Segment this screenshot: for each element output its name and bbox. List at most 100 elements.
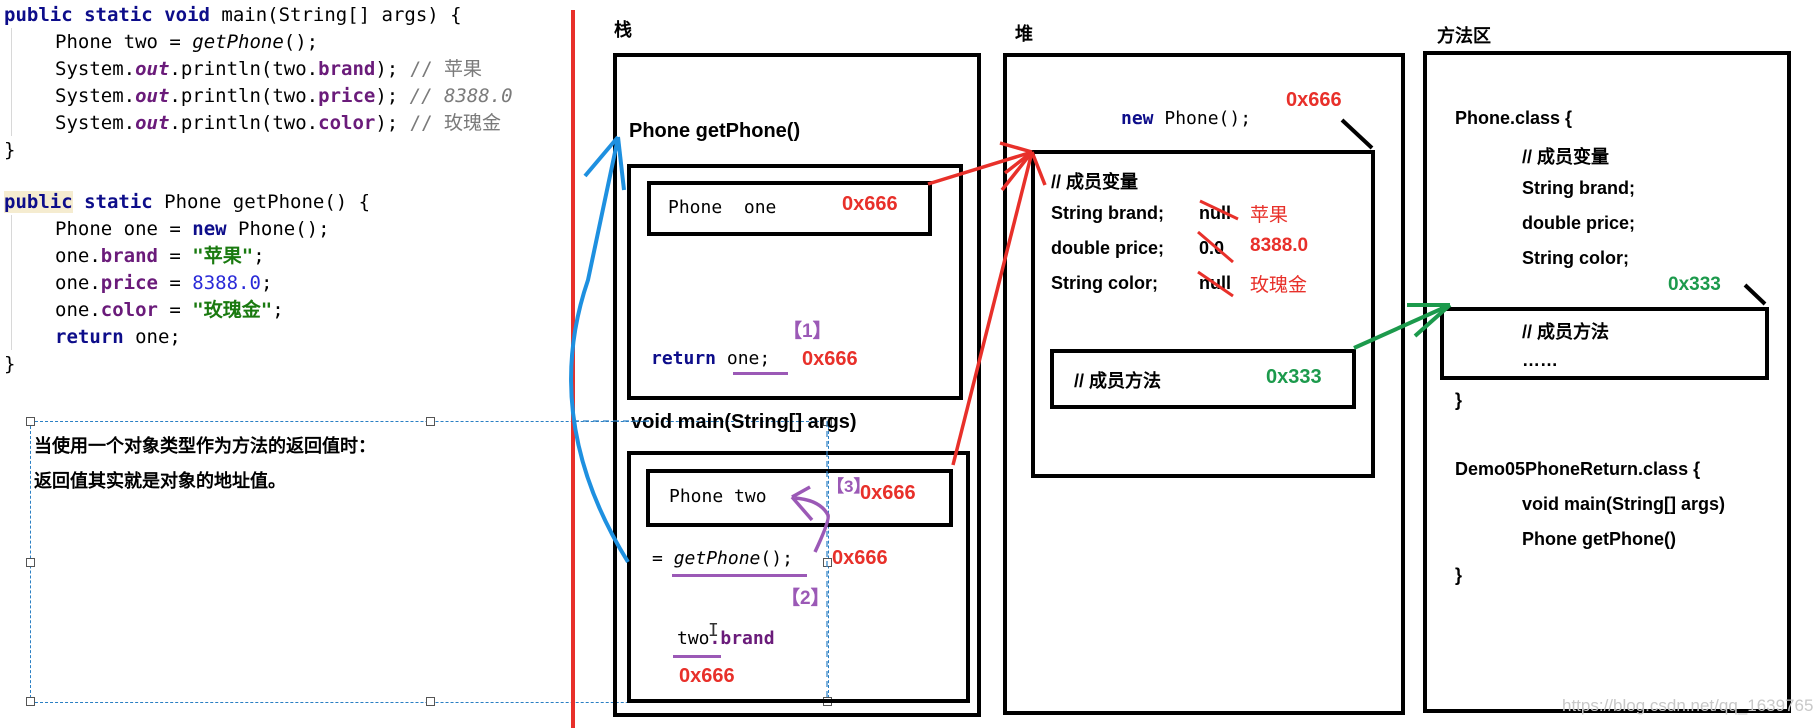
field: price [318,85,376,107]
resize-handle[interactable] [26,558,35,567]
code-text: = [652,548,674,569]
field-brand-new: 苹果 [1250,205,1289,226]
method-call: getPhone [192,31,284,53]
indent-guide [11,215,12,350]
code-text: .println(two. [169,85,319,107]
code-line-main-close: } [4,139,16,161]
phone-class-field: String brand; [1522,178,1635,198]
new-phone-statement: new Phone(); [1121,108,1251,129]
code-text: Phone two = [55,31,193,53]
return-statement: return one; [651,348,770,369]
code-text: Phone(); [226,218,330,240]
methods-ellipsis: …… [1522,350,1558,370]
field: price [100,272,158,294]
field-price-new: 8388.0 [1250,235,1309,256]
code-text: main(String[] args) { [209,4,462,26]
access-address: 0x666 [679,665,735,687]
resize-handle[interactable] [426,697,435,706]
note-line-2: 返回值其实就是对象的地址值。 [34,471,286,491]
watermark: https://blog.csdn.net/qq_16397653 [1562,696,1814,715]
code-line-get-2: one.brand = "苹果"; [55,243,265,270]
comment: // 8388.0 [409,85,513,107]
code-line-get-close: } [4,353,16,375]
methods-address: 0x333 [1266,366,1322,388]
code-text: ; [260,272,273,294]
assign-address: 0x666 [832,547,888,569]
code-line-main-4: System.out.println(two.color); // 玫瑰金 [55,110,501,137]
code-text: .println(two. [169,112,319,134]
assign-statement: = getPhone(); [652,548,793,569]
resize-handle[interactable] [26,417,35,426]
code-text: one. [55,272,101,294]
code-text: Phone getPhone() { [152,191,371,213]
phone-class-field: double price; [1522,213,1636,233]
string-literal: "玫瑰金" [192,299,273,321]
keyword: public [4,4,73,26]
string-literal: "苹果" [192,245,254,267]
phone-two-address: 0x666 [860,482,916,504]
demo-class-method: Phone getPhone() [1522,529,1676,549]
field-price-decl: double price; [1051,238,1165,258]
note-line-1: 当使用一个对象类型作为方法的返回值时： [34,436,376,456]
keyword: return [651,348,717,369]
variable: two [677,628,710,649]
code-text: (); [760,548,793,569]
access-expression: two.brand [677,628,775,649]
field-price-old: 0.0 [1199,238,1225,258]
code-text: ); [375,58,410,80]
code-text: System. [55,112,136,134]
divider-line [571,10,575,728]
code-line-main-signature: public static void main(String[] args) { [4,2,462,29]
field-brand-decl: String brand; [1051,203,1164,223]
fields-comment: // 成员变量 [1051,172,1139,192]
object-address: 0x666 [1286,89,1342,111]
static-field: out [135,112,170,134]
code-text: one; [123,326,181,348]
code-text: (); [283,31,319,53]
field: .brand [709,628,775,649]
code-text: System. [55,85,136,107]
field: brand [100,245,158,267]
phone-class-close: } [1455,390,1463,410]
field: color [318,112,376,134]
underline-return [733,372,788,375]
resize-handle[interactable] [426,417,435,426]
code-line-get-3: one.price = 8388.0; [55,270,272,297]
main-frame-label: void main(String[] args) [631,411,857,433]
keyword: void [164,4,210,26]
field-color-old: null [1199,273,1231,293]
demo-class-close: } [1455,565,1463,585]
method-area-title: 方法区 [1437,26,1491,46]
phone-object-box [1031,150,1375,478]
field-color-new: 玫瑰金 [1250,275,1308,296]
phone-two-label: Phone two [669,486,767,507]
methods-comment: // 成员方法 [1074,371,1162,391]
static-field: out [135,85,170,107]
phone-class-fields-comment: // 成员变量 [1522,147,1610,167]
phone-class-header: Phone.class { [1455,108,1573,128]
code-text: ); [375,85,410,107]
field: brand [318,58,376,80]
code-text: = [157,245,193,267]
code-text: Phone(); [1153,108,1252,129]
code-line-get-signature: public static Phone getPhone() { [4,189,370,216]
keyword: new [1121,108,1154,129]
code-text: one. [55,299,101,321]
field-color-decl: String color; [1051,273,1158,293]
static-field: out [135,58,170,80]
code-text: ; [253,245,265,267]
code-line-main-1: Phone two = getPhone(); [55,29,318,56]
return-var: one; [726,348,771,369]
code-text: System. [55,58,136,80]
stack-title: 栈 [614,20,632,40]
phone-one-label: Phone one [668,197,777,218]
keyword: static [84,4,153,26]
methods-comment: // 成员方法 [1522,322,1610,342]
phone-class-field: String color; [1522,248,1629,268]
code-line-main-2: System.out.println(two.brand); // 苹果 [55,56,482,83]
keyword: new [192,218,227,240]
text-cursor-icon: I [708,620,719,641]
code-text: = [157,272,193,294]
resize-handle[interactable] [26,697,35,706]
underline-two [673,655,721,658]
